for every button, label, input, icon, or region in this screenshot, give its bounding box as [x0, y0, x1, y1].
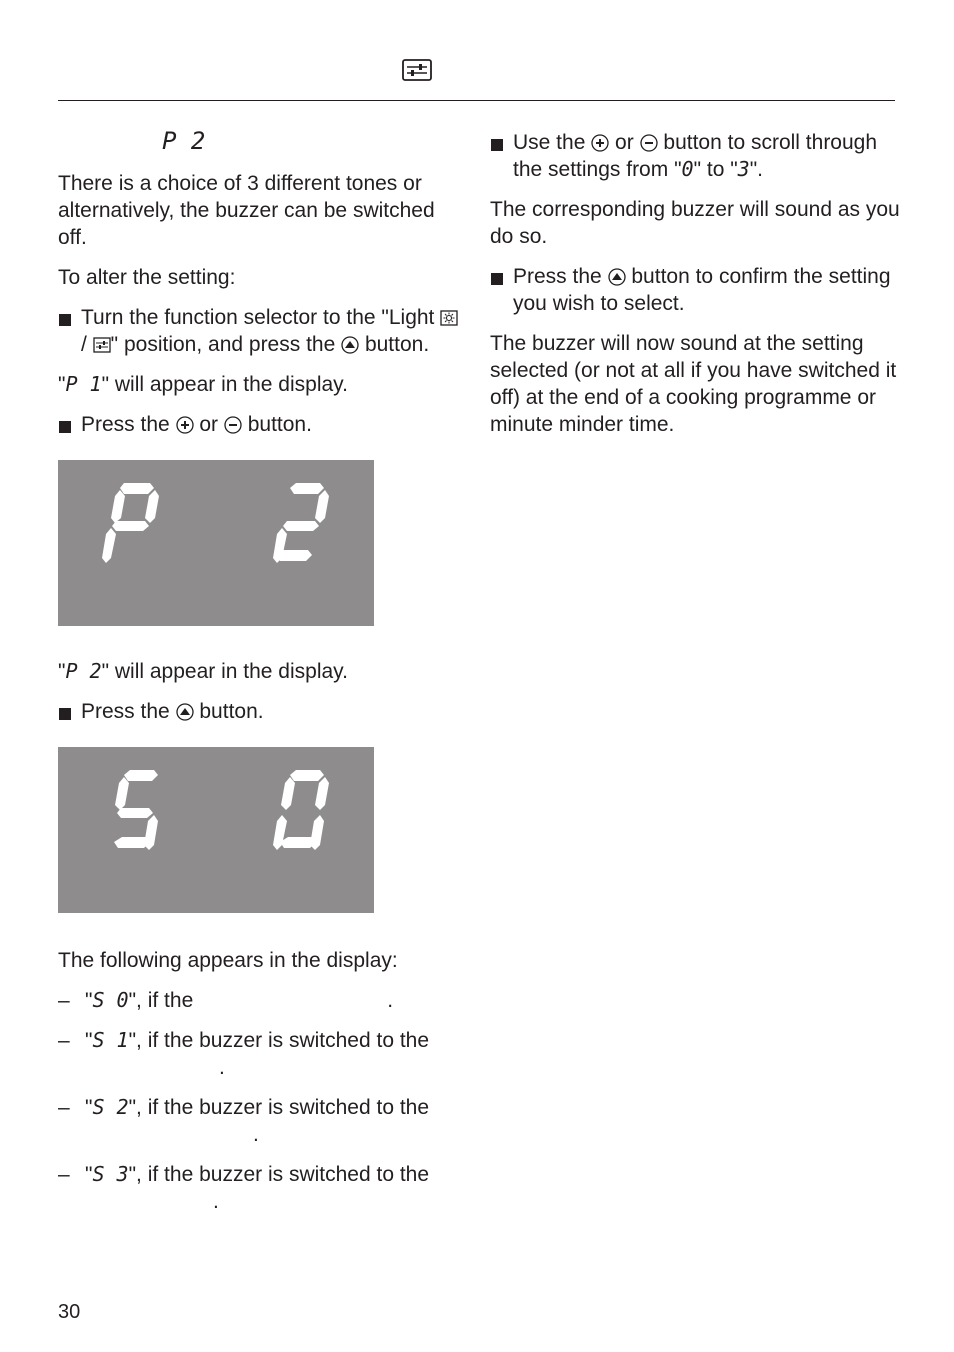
plus-button-icon — [175, 416, 194, 434]
display-code: S 2 — [92, 1095, 129, 1119]
step-turn-selector: Turn the function selector to the "Light… — [58, 304, 468, 358]
display-code: S 3 — [92, 1162, 129, 1186]
step-scroll-settings: Use the or button to scroll through the … — [490, 129, 900, 183]
header-divider — [58, 100, 895, 101]
display-panel-s0 — [58, 747, 374, 913]
section-heading-code: P 2 — [162, 127, 206, 155]
final-paragraph: The buzzer will now sound at the setting… — [490, 332, 897, 436]
plus-button-icon — [591, 134, 609, 152]
right-column: Use the or button to scroll through the … — [490, 129, 900, 438]
settings-sliders-icon — [93, 337, 111, 353]
display-code: 3 — [737, 157, 750, 181]
left-column: P 2 There is a choice of 3 different ton… — [58, 127, 468, 1215]
seven-segment-display — [102, 483, 329, 563]
display-panel-p2 — [58, 460, 374, 626]
step-confirm: Press the button to confirm the setting … — [490, 263, 900, 317]
minus-button-icon — [639, 134, 658, 152]
ok-up-button-icon — [175, 703, 194, 721]
display-code: 0 — [681, 157, 694, 181]
segment-char-0 — [273, 770, 329, 850]
page-number: 30 — [58, 1301, 81, 1323]
to-alter-text: To alter the setting: — [58, 266, 236, 289]
minus-button-icon — [224, 416, 242, 434]
display-code: P 1 — [65, 372, 102, 396]
corresponding-text: The corresponding buzzer will sound as y… — [490, 198, 900, 248]
following-appears-text: The following appears in the display: — [58, 949, 398, 972]
display-code: S 0 — [92, 988, 129, 1012]
settings-sliders-icon — [402, 59, 432, 81]
list-item: – "S 3", if the buzzer is switched to th… — [58, 1162, 430, 1213]
display-code: S 1 — [92, 1028, 129, 1052]
segment-char-s — [114, 770, 158, 850]
segment-char-2 — [273, 483, 329, 563]
ok-up-button-icon — [341, 336, 359, 354]
step-press-plus-minus: Press the or button. — [58, 411, 468, 438]
step-press-ok: Press the button. — [58, 698, 468, 725]
seven-segment-display — [114, 770, 329, 850]
display-code: P 2 — [65, 659, 102, 683]
p2-appears-text: "P 2" will appear in the display. — [58, 659, 348, 683]
light-icon — [440, 310, 458, 326]
list-item: – "S 2", if the buzzer is switched to th… — [58, 1095, 430, 1146]
segment-char-p — [102, 483, 159, 563]
list-item: – "S 1", if the buzzer is switched to th… — [58, 1028, 430, 1079]
intro-paragraph: There is a choice of 3 different tones o… — [58, 172, 435, 249]
p1-appears-text: "P 1" will appear in the display. — [58, 372, 348, 396]
list-item: – "S 0", if the. — [58, 988, 394, 1012]
ok-up-button-icon — [607, 268, 626, 286]
